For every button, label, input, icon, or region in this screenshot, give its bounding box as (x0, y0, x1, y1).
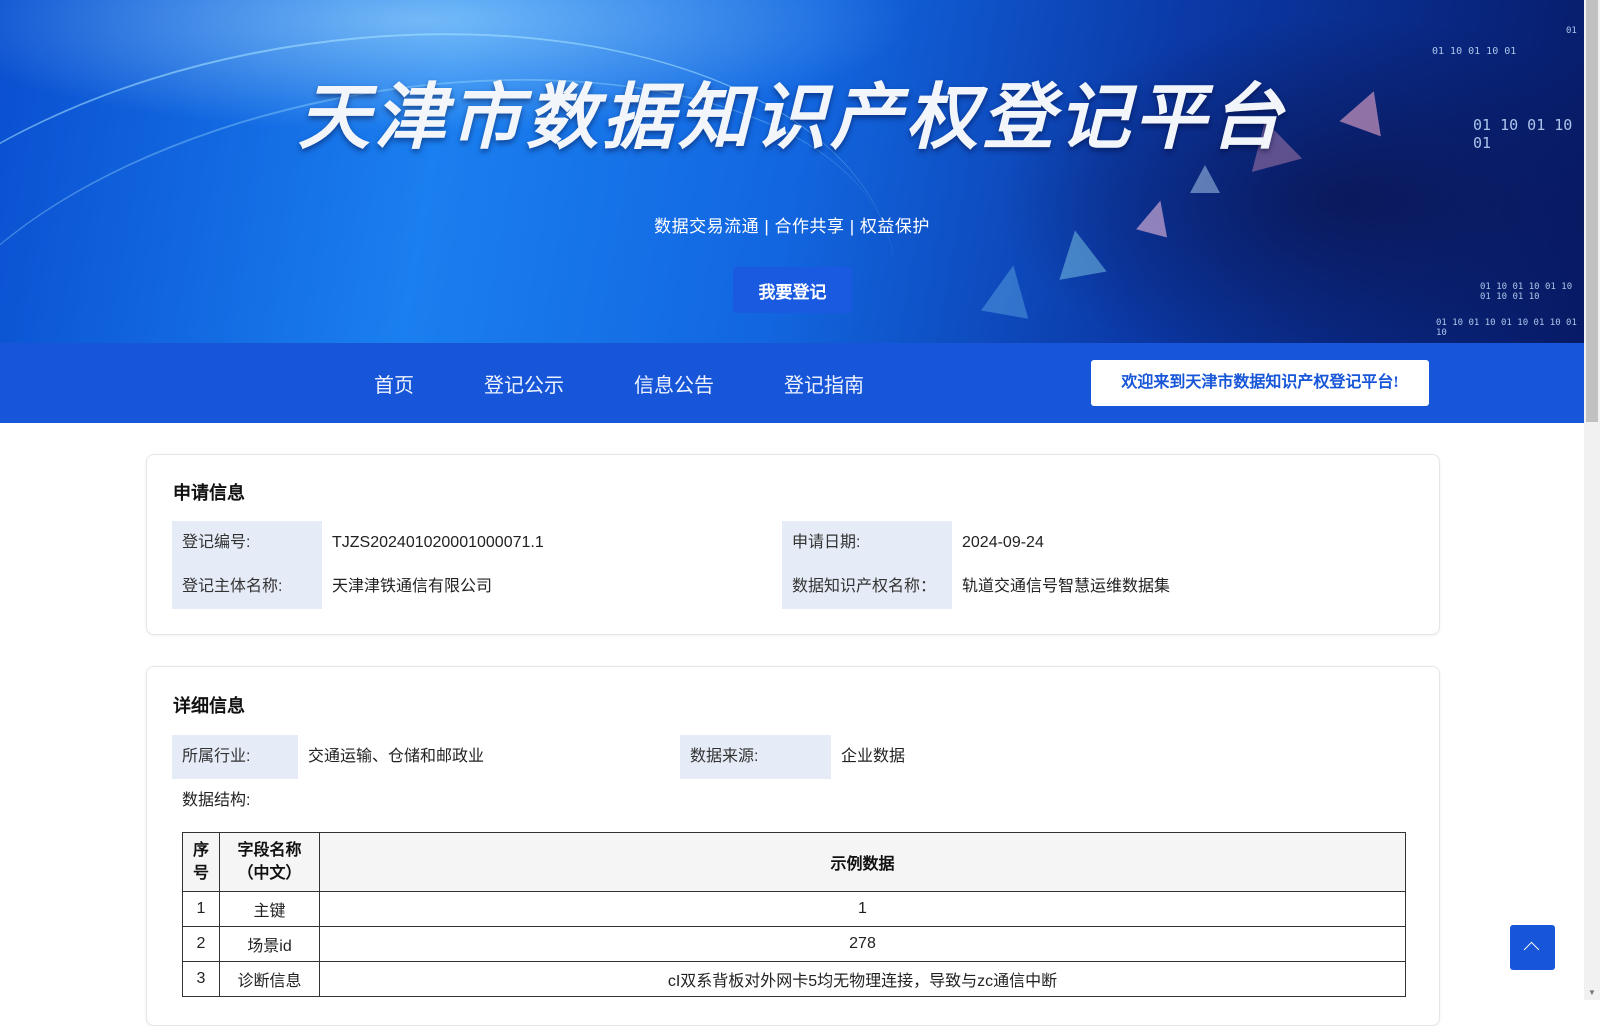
nav-item-guide[interactable]: 登记指南 (784, 369, 864, 398)
data-structure-table: 序号 字段名称（中文） 示例数据 1 主键 1 2 场景id 278 3 诊断信… (182, 832, 1406, 997)
main-nav: 首页 登记公示 信息公告 登记指南 欢迎来到天津市数据知识产权登记平台! (0, 343, 1584, 423)
cell-example: cI双系背板对外网卡5均无物理连接，导致与zc通信中断 (319, 961, 1406, 997)
back-to-top-button[interactable] (1510, 925, 1555, 970)
decor-triangle (981, 261, 1037, 319)
column-header-index: 序号 (182, 832, 220, 892)
hero-banner: 01 10 01 10 01 01 10 01 10 01 01 10 01 1… (0, 0, 1584, 343)
nav-item-announcements[interactable]: 信息公告 (634, 369, 714, 398)
apply-date-label: 申请日期: (782, 521, 952, 565)
cell-index: 3 (182, 961, 220, 997)
cell-example: 278 (319, 926, 1406, 962)
column-header-field-name: 字段名称（中文） (219, 832, 320, 892)
site-slogan: 数据交易流通 | 合作共享 | 权益保护 (654, 217, 930, 236)
scroll-down-arrow-icon[interactable]: ▼ (1588, 988, 1596, 997)
ip-name-label: 数据知识产权名称： (782, 565, 952, 609)
apply-date-value: 2024-09-24 (962, 534, 1044, 551)
site-title: 天津市数据知识产权登记平台 (297, 75, 1286, 159)
cell-field-name: 主键 (219, 891, 320, 927)
binary-decor: 01 (1566, 26, 1577, 36)
table-row: 1 主键 1 (182, 891, 1406, 927)
register-button[interactable]: 我要登记 (733, 267, 852, 313)
source-label: 数据来源: (680, 735, 831, 779)
welcome-banner: 欢迎来到天津市数据知识产权登记平台! (1091, 360, 1429, 406)
binary-decor: 01 10 01 10 01 10 01 10 01 10 (1436, 318, 1577, 338)
reg-no-value: TJZS202401020001000071.1 (332, 534, 544, 551)
detail-info-card: 详细信息 所属行业: 交通运输、仓储和邮政业 数据来源: 企业数据 数据结构: … (146, 666, 1440, 1026)
cell-example: 1 (319, 891, 1406, 927)
card-title: 详细信息 (173, 696, 245, 716)
cell-index: 2 (182, 926, 220, 962)
decor-triangle (1190, 165, 1220, 193)
nav-item-registration-notice[interactable]: 登记公示 (484, 369, 564, 398)
chevron-up-icon (1523, 941, 1540, 958)
reg-no-label: 登记编号: (172, 521, 322, 565)
industry-value: 交通运输、仓储和邮政业 (308, 748, 485, 765)
column-header-example: 示例数据 (319, 832, 1406, 892)
application-info-card: 申请信息 登记编号: 登记主体名称: TJZS20240102000100007… (146, 454, 1440, 635)
nav-item-home[interactable]: 首页 (374, 369, 414, 398)
source-value: 企业数据 (841, 748, 906, 765)
binary-decor: 01 10 01 10 01 10 01 10 01 10 (1480, 282, 1573, 302)
industry-label: 所属行业: (172, 735, 298, 779)
structure-label: 数据结构: (182, 792, 251, 809)
table-row: 2 场景id 278 (182, 926, 1406, 962)
subject-label: 登记主体名称: (172, 565, 322, 609)
binary-decor: 01 10 01 10 01 (1432, 46, 1517, 57)
cell-field-name: 诊断信息 (219, 961, 320, 997)
card-title: 申请信息 (173, 483, 245, 503)
scrollbar-thumb[interactable] (1586, 0, 1598, 422)
subject-value: 天津津铁通信有限公司 (332, 578, 493, 595)
page-scrollbar[interactable]: ▼ (1584, 0, 1600, 1000)
table-row: 3 诊断信息 cI双系背板对外网卡5均无物理连接，导致与zc通信中断 (182, 961, 1406, 997)
ip-name-value: 轨道交通信号智慧运维数据集 (962, 578, 1171, 595)
cell-field-name: 场景id (219, 926, 320, 962)
cell-index: 1 (182, 891, 220, 927)
